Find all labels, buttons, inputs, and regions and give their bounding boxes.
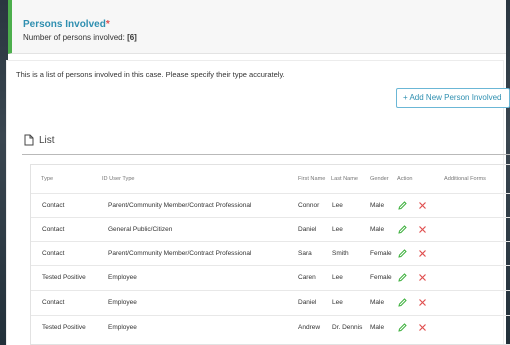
close-icon[interactable] — [417, 224, 428, 235]
pencil-icon[interactable] — [397, 248, 408, 259]
persons-count: Number of persons involved: [6] — [23, 33, 137, 42]
cell-type: Contact — [42, 202, 65, 209]
cell-last-name: Lee — [332, 202, 343, 209]
col-header-type: Type — [41, 176, 54, 182]
close-icon[interactable] — [417, 200, 428, 211]
list-title: List — [39, 134, 55, 146]
close-icon[interactable] — [417, 248, 428, 259]
pencil-icon[interactable] — [397, 322, 408, 333]
table-row: Tested Positive Employee Andrew Dr. Denn… — [31, 315, 510, 339]
table-row: Contact General Public/Citizen Daniel Le… — [31, 217, 510, 241]
intro-text: This is a list of persons involved in th… — [16, 70, 285, 79]
persons-count-value: [6] — [127, 33, 137, 42]
table-row: Contact Employee Daniel Lee Male — [31, 290, 510, 314]
cell-type: Tested Positive — [42, 274, 86, 281]
persons-count-label: Number of persons involved: — [23, 33, 125, 42]
add-new-person-button[interactable]: + Add New Person Involved — [396, 88, 510, 108]
table-row: Contact Parent/Community Member/Contract… — [31, 193, 510, 217]
cell-last-name: Lee — [332, 274, 343, 281]
cell-gender: Male — [370, 299, 385, 306]
cell-user-type: Parent/Community Member/Contract Profess… — [108, 202, 252, 209]
cell-gender: Female — [370, 274, 392, 281]
required-mark: * — [105, 19, 110, 30]
cell-last-name: Lee — [332, 299, 343, 306]
cell-last-name: Dr. Dennis — [332, 324, 363, 331]
cell-gender: Male — [370, 202, 385, 209]
cell-gender: Male — [370, 324, 385, 331]
col-header-first-name: First Name — [298, 176, 326, 182]
cell-type: Contact — [42, 250, 65, 257]
section-title: Persons Involved* — [23, 19, 110, 30]
cell-user-type: Parent/Community Member/Contract Profess… — [108, 250, 252, 257]
close-icon[interactable] — [417, 297, 428, 308]
table-row: Tested Positive Employee Caren Lee Femal… — [31, 265, 510, 289]
cell-first-name: Daniel — [298, 299, 317, 306]
cell-type: Tested Positive — [42, 324, 86, 331]
cell-first-name: Caren — [298, 274, 316, 281]
cell-first-name: Sara — [298, 250, 312, 257]
col-header-gender: Gender — [370, 176, 389, 182]
cell-user-type: Employee — [108, 324, 137, 331]
cell-first-name: Connor — [298, 202, 320, 209]
cell-gender: Female — [370, 250, 392, 257]
cell-last-name: Lee — [332, 226, 343, 233]
pencil-icon[interactable] — [397, 224, 408, 235]
section-title-text: Persons Involved — [23, 19, 106, 30]
col-header-action: Action — [397, 176, 413, 182]
cell-first-name: Andrew — [298, 324, 321, 331]
pencil-icon[interactable] — [397, 297, 408, 308]
pencil-icon[interactable] — [397, 200, 408, 211]
close-icon[interactable] — [417, 272, 428, 283]
cell-last-name: Smith — [332, 250, 349, 257]
cell-user-type: Employee — [108, 299, 137, 306]
table-row: Contact Parent/Community Member/Contract… — [31, 241, 510, 265]
cell-user-type: General Public/Citizen — [108, 226, 173, 233]
document-icon — [24, 134, 34, 146]
cell-gender: Male — [370, 226, 385, 233]
cell-type: Contact — [42, 299, 65, 306]
cell-type: Contact — [42, 226, 65, 233]
list-heading: List — [24, 134, 55, 146]
list-divider — [22, 154, 510, 155]
cell-user-type: Employee — [108, 274, 137, 281]
col-header-id-user-type: ID User Type — [102, 176, 135, 182]
pencil-icon[interactable] — [397, 272, 408, 283]
section-header: Persons Involved* Number of persons invo… — [8, 0, 506, 54]
cell-first-name: Daniel — [298, 226, 317, 233]
col-header-additional-forms: Additional Forms — [444, 176, 486, 182]
close-icon[interactable] — [417, 322, 428, 333]
col-header-last-name: Last Name — [331, 176, 359, 182]
